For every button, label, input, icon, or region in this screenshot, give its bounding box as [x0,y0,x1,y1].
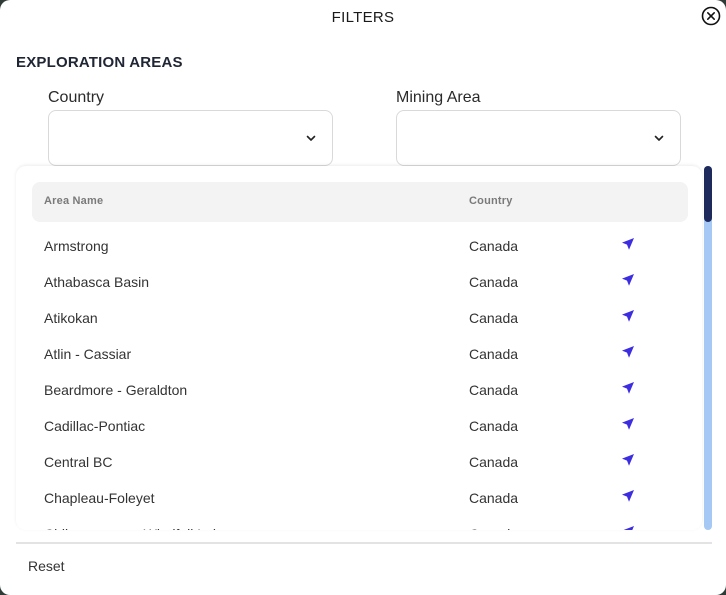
area-name-cell: Athabasca Basin [44,274,150,290]
table-row[interactable]: Athabasca Basin Canada [16,263,702,299]
country-cell: Canada [469,238,519,254]
country-cell: Canada [469,526,518,530]
area-name-cell: Central BC [44,454,113,470]
area-name-cell: Atikokan [44,310,98,326]
area-name-cell: Chibougamau - Windfall Lake [44,526,228,530]
table-row[interactable]: Chibougamau - Windfall Lake Canada [16,515,702,530]
scrollbar-thumb[interactable] [704,166,712,222]
table-row[interactable]: Beardmore - Geraldton Canada [16,371,702,407]
area-name-cell: Chapleau-Foleyet [44,490,155,506]
country-cell: Canada [469,382,519,398]
table-row[interactable]: Chapleau-Foleyet Canada [16,479,702,515]
navigate-arrow-icon[interactable] [621,345,635,359]
header-area-name: Area Name [44,195,104,207]
navigate-arrow-icon[interactable] [621,381,635,395]
footer-divider [16,542,712,544]
mining-area-select[interactable] [396,110,681,166]
table-row[interactable]: Atikokan Canada [16,299,702,335]
areas-table: Area Name Country Armstrong Canada Athabas… [16,166,702,530]
country-cell: Canada [469,454,519,470]
navigate-arrow-icon[interactable] [621,525,635,530]
modal-title: FILTERS [331,9,395,26]
navigate-arrow-icon[interactable] [621,489,635,503]
navigate-arrow-icon[interactable] [621,273,635,287]
chevron-down-icon [306,135,316,141]
area-name-cell: Beardmore - Geraldton [44,382,188,398]
country-cell: Canada [469,490,519,506]
area-name-cell: Atlin - Cassiar [44,346,132,362]
table-row[interactable]: Atlin - Cassiar Canada [16,335,702,371]
table-row[interactable]: Armstrong Canada [16,227,702,263]
close-circle-icon [701,6,721,26]
country-cell: Canada [469,274,519,290]
country-select[interactable] [48,110,333,166]
table-body: Armstrong Canada Athabasca Basin Canada Atik… [16,227,702,530]
navigate-arrow-icon[interactable] [621,453,635,467]
chevron-down-icon [654,135,664,141]
table-scrollbar[interactable] [704,166,712,530]
table-header: Area Name Country [32,182,688,222]
mining-area-label: Mining Area [396,89,481,106]
reset-button[interactable]: Reset [28,558,65,574]
navigate-arrow-icon[interactable] [621,237,635,251]
area-name-cell: Armstrong [44,238,109,254]
table-row[interactable]: Central BC Canada [16,443,702,479]
country-cell: Canada [469,418,519,434]
header-country: Country [469,195,513,207]
close-button[interactable] [701,6,721,26]
section-title: EXPLORATION AREAS [16,54,183,71]
table-row[interactable]: Cadillac-Pontiac Canada [16,407,702,443]
navigate-arrow-icon[interactable] [621,309,635,323]
navigate-arrow-icon[interactable] [621,417,635,431]
country-label: Country [48,89,105,106]
area-name-cell: Cadillac-Pontiac [44,418,146,434]
filters-modal: FILTERS EXPLORATION AREAS Country Mining… [0,0,726,595]
country-cell: Canada [469,310,519,326]
country-cell: Canada [469,346,519,362]
